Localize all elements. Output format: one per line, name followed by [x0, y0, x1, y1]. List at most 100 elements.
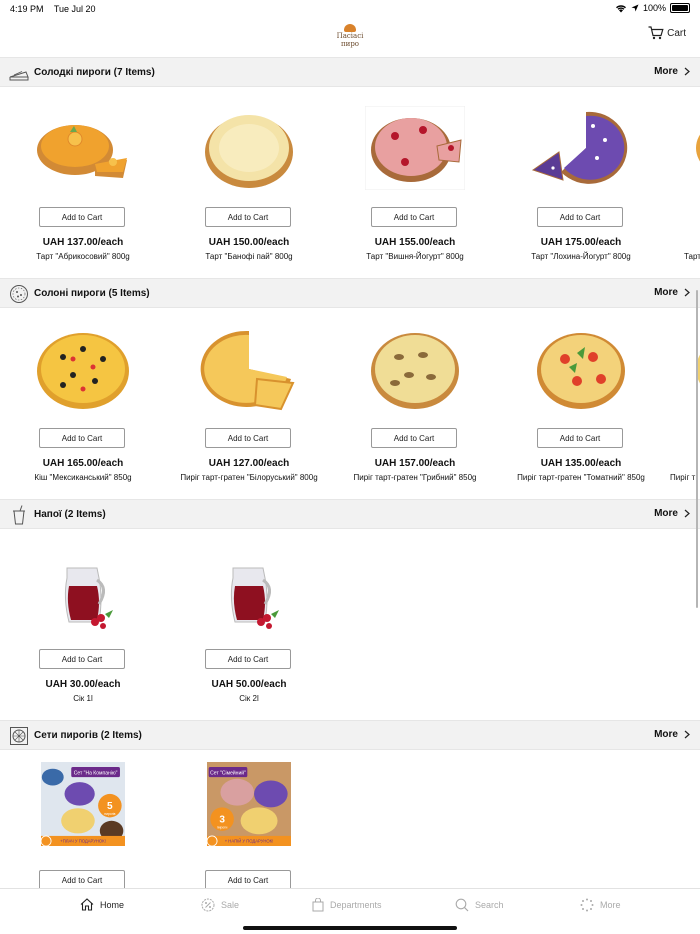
store-logo[interactable]: Пасіасі пиро	[334, 24, 366, 52]
chevron-right-icon	[684, 509, 690, 518]
product-card[interactable]: Add to Cart UAH 137.00/each Тарт "Абрико…	[0, 88, 166, 278]
product-card-partial[interactable]: Пиріг т	[664, 309, 700, 499]
product-name[interactable]: Тарт "Вишня-Йогурт" 800g	[332, 252, 498, 261]
product-row-drinks: Add to Cart UAH 30.00/each Сік 1l Add to…	[0, 530, 700, 720]
banner-count: 5	[107, 801, 113, 812]
product-price: UAH 175.00/each	[540, 237, 622, 248]
more-label: More	[654, 729, 678, 740]
tart-image-partial	[696, 134, 700, 162]
drink-cup-icon	[13, 505, 25, 525]
section-header-sweet-pies[interactable]: Солодкі пироги (7 Items) More	[0, 57, 700, 87]
tab-search[interactable]: Search	[455, 898, 504, 912]
product-price: UAH 127.00/each	[208, 458, 290, 469]
product-price: UAH 165.00/each	[42, 458, 124, 469]
product-name[interactable]: Пиріг тарт-гратен "Грибний" 850g	[332, 473, 498, 482]
mexican-quiche-image	[37, 333, 129, 409]
section-more-link[interactable]: More	[654, 729, 690, 740]
product-card[interactable]: Сет "На Компанію" 5 пирогів +ПЛАЧ У ПОДА…	[0, 751, 166, 888]
banner-promo: +ПЛАЧ У ПОДАРУНОК!	[60, 839, 106, 844]
add-to-cart-button[interactable]: Add to Cart	[371, 428, 457, 448]
product-price: UAH 155.00/each	[374, 237, 456, 248]
tab-label: Home	[100, 899, 125, 910]
product-name[interactable]: Тарт "Абрикосовий" 800g	[0, 252, 166, 261]
cherry-yogurt-tart-image	[365, 106, 465, 190]
add-to-cart-button[interactable]: Add to Cart	[371, 207, 457, 227]
juice-jug-image	[230, 567, 279, 629]
cart-button[interactable]: Cart	[648, 26, 686, 40]
product-card[interactable]: Add to Cart UAH 155.00/each Тарт "Вишня-…	[332, 88, 498, 278]
product-card[interactable]: Сет "Сімейний" 3 пироги + НАПІЙ У ПОДАРУ…	[166, 751, 332, 888]
home-indicator[interactable]	[243, 926, 457, 930]
product-name[interactable]: Тарт	[684, 252, 700, 261]
section-more-link[interactable]: More	[654, 66, 690, 77]
product-card[interactable]: Add to Cart UAH 30.00/each Сік 1l	[0, 530, 166, 720]
product-name[interactable]: Тарт "Банофі пай" 800g	[166, 252, 332, 261]
status-bar: 4:19 PM Tue Jul 20 100%	[0, 0, 700, 18]
belarusian-gratin-pie-image	[200, 330, 295, 411]
add-to-cart-button[interactable]: Add to Cart	[39, 207, 125, 227]
logo-text-line-1: Пасіасі	[336, 32, 364, 40]
logo-text-line-2: пиро	[340, 40, 360, 48]
add-to-cart-button[interactable]: Add to Cart	[537, 428, 623, 448]
section-header-drinks[interactable]: Напої (2 Items) More	[0, 499, 700, 529]
product-card[interactable]: Add to Cart UAH 127.00/each Пиріг тарт-г…	[166, 309, 332, 499]
product-card[interactable]: Add to Cart UAH 50.00/each Сік 2l	[166, 530, 332, 720]
section-more-link[interactable]: More	[654, 508, 690, 519]
add-to-cart-button[interactable]: Add to Cart	[39, 649, 125, 669]
product-card[interactable]: Add to Cart UAH 150.00/each Тарт "Банофі…	[166, 88, 332, 278]
blueberry-yogurt-tart-image	[531, 111, 628, 184]
add-to-cart-button[interactable]: Add to Cart	[205, 649, 291, 669]
product-name[interactable]: Сік 1l	[0, 694, 166, 703]
vertical-scrollbar[interactable]	[696, 290, 698, 608]
battery-icon	[670, 3, 690, 13]
tab-more[interactable]: More	[580, 898, 621, 912]
cake-slice-icon	[9, 71, 29, 81]
tab-home[interactable]: Home	[80, 898, 124, 911]
product-row-sweet-pies: Add to Cart UAH 137.00/each Тарт "Абрико…	[0, 88, 700, 278]
product-name[interactable]: Тарт "Лохина-Йогурт" 800g	[498, 252, 664, 261]
tab-label: Departments	[330, 900, 382, 910]
add-to-cart-button[interactable]: Add to Cart	[205, 207, 291, 227]
product-card[interactable]: Add to Cart UAH 175.00/each Тарт "Лохина…	[498, 88, 664, 278]
add-to-cart-button[interactable]: Add to Cart	[205, 870, 291, 888]
more-dots-icon	[580, 898, 594, 912]
status-date: Tue Jul 20	[53, 4, 96, 14]
battery-percent: 100%	[642, 3, 666, 13]
mushroom-gratin-pie-image	[371, 333, 459, 409]
product-name[interactable]: Сік 2l	[166, 694, 332, 703]
more-label: More	[654, 287, 678, 298]
add-to-cart-button[interactable]: Add to Cart	[205, 428, 291, 448]
product-name[interactable]: Пиріг тарт-гратен "Білоруський" 800g	[166, 473, 332, 482]
product-price: UAH 137.00/each	[42, 237, 124, 248]
section-header-pie-sets[interactable]: Сети пирогів (2 Items) More	[0, 720, 700, 750]
status-time-date: 4:19 PM Tue Jul 20	[10, 4, 104, 14]
add-to-cart-button[interactable]: Add to Cart	[537, 207, 623, 227]
chevron-right-icon	[684, 67, 690, 76]
banner-sub: пирогів	[104, 812, 115, 816]
product-name[interactable]: Пиріг тарт-гратен "Томатний" 850g	[498, 473, 664, 482]
section-more-link[interactable]: More	[654, 287, 690, 298]
tab-label: Sale	[221, 900, 240, 910]
product-card[interactable]: Add to Cart UAH 165.00/each Кіш "Мексика…	[0, 309, 166, 499]
add-to-cart-button[interactable]: Add to Cart	[39, 870, 125, 888]
section-title: Напої (2 Items)	[34, 509, 106, 520]
product-card[interactable]: Add to Cart UAH 157.00/each Пиріг тарт-г…	[332, 309, 498, 499]
product-price: UAH 135.00/each	[540, 458, 622, 469]
section-header-savory-pies[interactable]: Солоні пироги (5 Items) More	[0, 278, 700, 308]
shopping-bag-icon	[312, 898, 324, 912]
status-time: 4:19 PM	[10, 4, 44, 14]
battery-level	[672, 5, 688, 11]
product-name[interactable]: Кіш "Мексиканський" 850g	[0, 473, 166, 482]
product-row-pie-sets: Сет "На Компанію" 5 пирогів +ПЛАЧ У ПОДА…	[0, 751, 700, 888]
product-card[interactable]: Add to Cart UAH 135.00/each Пиріг тарт-г…	[498, 309, 664, 499]
product-card-partial[interactable]: Тарт	[664, 88, 700, 278]
add-to-cart-button[interactable]: Add to Cart	[39, 428, 125, 448]
chevron-right-icon	[684, 730, 690, 739]
section-title: Солоні пироги (5 Items)	[34, 288, 150, 299]
tab-sale[interactable]: Sale	[201, 898, 239, 912]
product-price: UAH 150.00/each	[208, 237, 290, 248]
banoffee-pie-image	[205, 115, 293, 188]
tab-departments[interactable]: Departments	[312, 898, 382, 912]
more-label: More	[654, 508, 678, 519]
tomato-gratin-pie-image	[537, 333, 625, 409]
